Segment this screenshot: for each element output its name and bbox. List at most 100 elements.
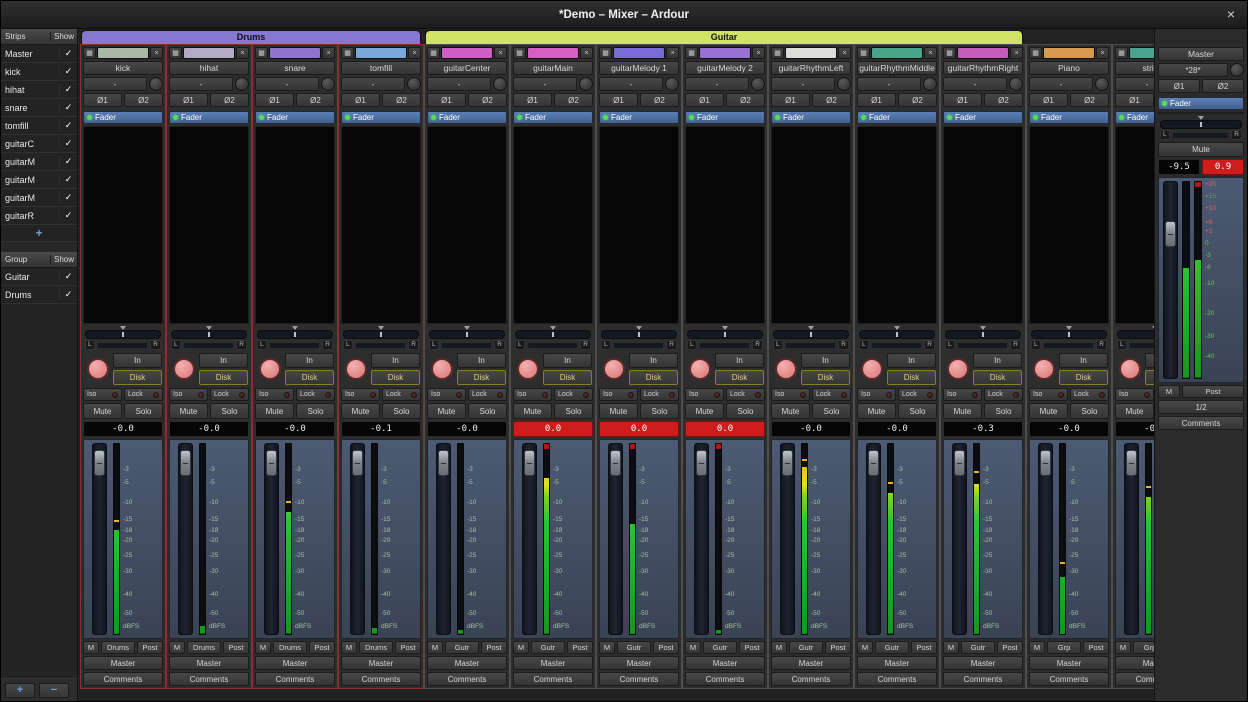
strip-visible-check[interactable]: ✓ [59,138,77,149]
fader-processor[interactable]: Fader [427,111,507,124]
phase1-button[interactable]: Ø1 [771,93,810,107]
processor-active-led[interactable] [947,115,952,120]
monitor-disk-button[interactable]: Disk [973,370,1022,385]
group-button[interactable]: Gutr [875,641,909,654]
record-arm-button[interactable] [1033,358,1055,380]
fader-handle[interactable] [954,450,965,476]
trim-knob[interactable] [235,77,249,91]
fader-handle[interactable] [696,450,707,476]
pan-slider[interactable] [687,330,763,339]
solo-button[interactable]: Solo [640,403,679,419]
gain-display[interactable]: -0.0 [771,421,851,437]
meter-point-button[interactable]: Post [481,641,507,654]
strip-visible-check[interactable]: ✓ [59,84,77,95]
fader-processor[interactable]: Fader [255,111,335,124]
monitor-input-button[interactable]: In [457,353,506,368]
processor-box[interactable] [255,126,335,324]
master-mute-button[interactable]: Mute [1158,142,1244,157]
strip-color-bar[interactable] [699,47,751,59]
strip-color-bar[interactable] [527,47,579,59]
phase2-button[interactable]: Ø2 [296,93,335,107]
solo-isolate-button[interactable]: Iso [83,388,122,401]
monitor-disk-button[interactable]: Disk [457,370,506,385]
fader-track[interactable] [780,443,795,635]
group-button[interactable]: Drums [273,641,307,654]
output-button[interactable]: Master [1029,656,1109,670]
strip-close-icon[interactable]: × [580,47,593,59]
fader-handle[interactable] [524,450,535,476]
strip-visible-check[interactable]: ✓ [59,192,77,203]
add-strip-row[interactable]: + [1,225,77,242]
output-button[interactable]: Master [513,656,593,670]
solo-button[interactable]: Solo [210,403,249,419]
solo-lock-button[interactable]: Lock [984,388,1023,401]
monitor-disk-button[interactable]: Disk [199,370,248,385]
master-output-button[interactable]: 1/2 [1158,400,1244,414]
mute-button[interactable]: Mute [1115,403,1154,419]
solo-lock-button[interactable]: Lock [898,388,937,401]
comments-button[interactable]: Comments [685,672,765,686]
fader-processor[interactable]: Fader [943,111,1023,124]
processor-box[interactable] [513,126,593,324]
solo-isolate-button[interactable]: Iso [513,388,552,401]
strip-menu-icon[interactable]: ▦ [1115,47,1128,59]
solo-lock-button[interactable]: Lock [210,388,249,401]
output-button[interactable]: Master [943,656,1023,670]
master-phase1-button[interactable]: Ø1 [1158,79,1200,93]
processor-box[interactable] [1029,126,1109,324]
processor-active-led[interactable] [345,115,350,120]
title-bar[interactable]: *Demo – Mixer – Ardour × [1,1,1247,29]
input-button[interactable]: - [169,77,233,91]
group-button[interactable]: Gutr [617,641,651,654]
comments-button[interactable]: Comments [771,672,851,686]
strip-close-icon[interactable]: × [752,47,765,59]
mute-button[interactable]: Mute [857,403,896,419]
meter-point-button[interactable]: Post [653,641,679,654]
strip-close-icon[interactable]: × [322,47,335,59]
fader-track[interactable] [264,443,279,635]
fader-track[interactable] [92,443,107,635]
input-button[interactable]: - [857,77,921,91]
input-button[interactable]: - [943,77,1007,91]
strip-close-icon[interactable]: × [494,47,507,59]
phase1-button[interactable]: Ø1 [169,93,208,107]
strip-name-button[interactable]: guitarCenter [427,61,507,75]
processor-box[interactable] [341,126,421,324]
mute-button[interactable]: Mute [685,403,724,419]
strip-menu-icon[interactable]: ▦ [83,47,96,59]
solo-isolate-button[interactable]: Iso [255,388,294,401]
processor-box[interactable] [857,126,937,324]
solo-isolate-button[interactable]: Iso [1115,388,1154,401]
strip-close-icon[interactable]: × [408,47,421,59]
monitor-input-button[interactable]: In [629,353,678,368]
automation-mode-button[interactable]: M [771,641,787,654]
sidebar-strip-row[interactable]: guitarM✓ [1,171,77,189]
strip-close-icon[interactable]: × [150,47,163,59]
output-button[interactable]: Master [599,656,679,670]
fader-track[interactable] [694,443,709,635]
group-visible-check[interactable]: ✓ [59,271,77,282]
group-button[interactable]: Gutr [961,641,995,654]
fader-handle[interactable] [180,450,191,476]
solo-button[interactable]: Solo [898,403,937,419]
solo-lock-button[interactable]: Lock [382,388,421,401]
mute-button[interactable]: Mute [169,403,208,419]
fader-processor[interactable]: Fader [83,111,163,124]
solo-lock-button[interactable]: Lock [640,388,679,401]
fader-processor[interactable]: Fader [1115,111,1154,124]
monitor-input-button[interactable]: In [801,353,850,368]
strip-color-bar[interactable] [1129,47,1154,59]
monitor-input-button[interactable]: In [113,353,162,368]
remove-group-button[interactable]: − [39,683,69,698]
sidebar-strip-row[interactable]: guitarM✓ [1,189,77,207]
solo-button[interactable]: Solo [554,403,593,419]
solo-isolate-button[interactable]: Iso [771,388,810,401]
meter-point-button[interactable]: Post [137,641,163,654]
record-arm-button[interactable] [947,358,969,380]
processor-box[interactable] [599,126,679,324]
pan-slider[interactable] [515,330,591,339]
automation-mode-button[interactable]: M [943,641,959,654]
output-button[interactable]: Master [857,656,937,670]
record-arm-button[interactable] [689,358,711,380]
gain-display[interactable]: -0.0 [427,421,507,437]
